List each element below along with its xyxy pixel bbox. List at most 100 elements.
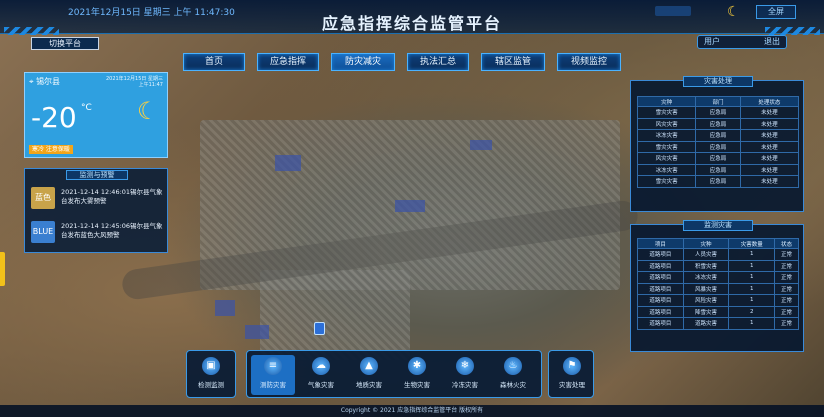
table-cell: 未处理 [739, 163, 800, 176]
table-cell: 1 [728, 317, 776, 330]
table-cell: 未处理 [739, 152, 800, 165]
table-row[interactable]: 雪灾灾害 应急局 未处理 [636, 140, 800, 153]
map-building [395, 200, 425, 212]
table-cell: 2 [728, 305, 776, 318]
table-row[interactable]: 雪灾灾害 应急局 未处理 [636, 175, 800, 188]
location-marker-icon[interactable] [314, 322, 325, 335]
alerts-title: 监测与预警 [66, 170, 128, 180]
map-building [215, 300, 235, 316]
table-cell: 未处理 [739, 129, 800, 142]
map-building [470, 140, 492, 150]
table-cell: 积雪灾害 [682, 259, 730, 272]
dock-left: ▣ 检测监测 [186, 350, 236, 398]
tab-district-supervision[interactable]: 辖区监管 [481, 53, 545, 71]
table-cell: 冰冻灾害 [636, 129, 697, 142]
dock-item-biology[interactable]: ✱ 生物灾害 [395, 355, 439, 395]
switch-platform-button[interactable]: 切换平台 [31, 37, 99, 50]
dock-item-geology[interactable]: ▲ 地质灾害 [347, 355, 391, 395]
column-header: 灾害数量 [728, 238, 776, 249]
map-canvas[interactable]: 2021年12月15日 星期三 上午 11:47:30 ☾ 全屏 应急指挥综合监… [0, 0, 824, 417]
table-cell: 未处理 [739, 106, 800, 119]
table-cell: 雪灾灾害 [636, 106, 697, 119]
table-row[interactable]: 道路项目 降雪灾害 2 正常 [637, 305, 799, 318]
monitoring-table: 项目 灾种 灾害数量 状态 道路项目 人员灾害 1 正常 道路项目 积雪灾害 1 正常 道路… [637, 238, 799, 330]
table-row[interactable]: 风灾灾害 应急局 未处理 [636, 117, 800, 130]
dock-item-freeze[interactable]: ❄ 冷冻灾害 [443, 355, 487, 395]
table-cell: 应急局 [695, 106, 741, 119]
column-header: 处理状态 [739, 96, 800, 107]
table-cell: 冰冻灾害 [682, 271, 730, 284]
disaster-handling-panel: 灾害处理 灾种 部门 处理状态 雪灾灾害 应急局 未处理 风灾灾害 应急局 未处理 冰冻… [630, 76, 804, 212]
table-cell: 风暴灾害 [682, 282, 730, 295]
table-cell: 应急局 [695, 117, 741, 130]
tab-home[interactable]: 首页 [183, 53, 245, 71]
dock-item-prevention[interactable]: ≡ 测防灾害 [251, 355, 295, 395]
table-row[interactable]: 冰冻灾害 应急局 未处理 [636, 163, 800, 176]
table-cell: 风灾灾害 [636, 117, 697, 130]
table-row[interactable]: 冰冻灾害 应急局 未处理 [636, 129, 800, 142]
dock-label: 冷冻灾害 [452, 381, 478, 389]
dock-item-forest-fire[interactable]: ♨ 森林火灾 [491, 355, 535, 395]
disaster-type-dock: ≡ 测防灾害 ☁ 气象灾害 ▲ 地质灾害 ✱ 生物灾害 ❄ 冷冻灾害 ♨ 森林火… [246, 350, 542, 398]
disaster-handling-button[interactable]: ⚑ 灾害处理 [550, 355, 594, 395]
dock-label: 检测监测 [198, 381, 224, 389]
tab-video-monitoring[interactable]: 视频监控 [557, 53, 621, 71]
fog-warning-icon: 蓝色 [31, 187, 55, 209]
table-header-row: 项目 灾种 灾害数量 状态 [637, 238, 799, 249]
dock-right: ⚑ 灾害处理 [548, 350, 594, 398]
table-cell: 正常 [774, 259, 799, 272]
alert-text: 2021-12-14 12:45:06锡尔县气象台发布蓝色大风预警 [61, 222, 163, 239]
table-cell: 道路项目 [637, 271, 684, 284]
table-row[interactable]: 道路项目 积雪灾害 1 正常 [637, 259, 799, 272]
table-row[interactable]: 道路项目 人员灾害 1 正常 [637, 248, 799, 261]
table-cell: 1 [728, 271, 776, 284]
table-row[interactable]: 道路项目 风险灾害 1 正常 [637, 294, 799, 307]
table-row[interactable]: 道路项目 风暴灾害 1 正常 [637, 282, 799, 295]
logout-button[interactable]: 退出 [764, 36, 780, 48]
table-cell: 未处理 [739, 117, 800, 130]
alert-item[interactable]: BLUE 2021-12-14 12:45:06锡尔县气象台发布蓝色大风预警 [31, 219, 165, 249]
page-title: 应急指挥综合监管平台 [321, 14, 502, 33]
table-row[interactable]: 道路项目 道路灾害 1 正常 [637, 317, 799, 330]
dock-label: 地质灾害 [356, 381, 382, 389]
monitoring-title: 监测灾害 [683, 220, 753, 231]
tab-disaster-prevention[interactable]: 防灾减灾 [331, 53, 395, 71]
tab-emergency-command[interactable]: 应急指挥 [257, 53, 319, 71]
table-row[interactable]: 道路项目 冰冻灾害 1 正常 [637, 271, 799, 284]
table-cell: 正常 [774, 271, 799, 284]
column-header: 灾种 [682, 238, 730, 249]
table-row[interactable]: 雪灾灾害 应急局 未处理 [636, 106, 800, 119]
table-cell: 雪灾灾害 [636, 175, 697, 188]
wind-warning-icon: BLUE [31, 221, 55, 243]
monitor-icon: ▣ [202, 357, 220, 375]
column-header: 部门 [695, 96, 741, 107]
map-urban-area [260, 270, 410, 360]
table-cell: 风险灾害 [682, 294, 730, 307]
table-cell: 未处理 [739, 175, 800, 188]
temperature: -20 [31, 101, 77, 134]
table-cell: 道路项目 [637, 282, 684, 295]
table-cell: 道路项目 [637, 259, 684, 272]
weather-card: ⌖ 锡尔县 2021年12月15日 星期三 上午11:47 -20 °C ☾ 寒… [24, 72, 168, 158]
column-header: 灾种 [636, 96, 697, 107]
dock-label: 灾害处理 [559, 381, 585, 389]
weather-city: ⌖ 锡尔县 [29, 77, 61, 86]
table-cell: 道路项目 [637, 248, 684, 261]
side-expand-handle[interactable] [0, 252, 5, 286]
footer-copyright: Copyright © 2021 应急指挥综合监管平台 版权所有 [0, 405, 824, 417]
column-header: 状态 [774, 238, 799, 249]
alert-item[interactable]: 蓝色 2021-12-14 12:46:01锡尔县气象台发布大雾预警 [31, 185, 165, 215]
table-cell: 道路灾害 [682, 317, 730, 330]
tab-law-enforcement[interactable]: 执法汇总 [407, 53, 469, 71]
user-menu[interactable]: 用户 退出 [697, 35, 787, 49]
table-row[interactable]: 风灾灾害 应急局 未处理 [636, 152, 800, 165]
disaster-handling-table: 灾种 部门 处理状态 雪灾灾害 应急局 未处理 风灾灾害 应急局 未处理 冰冻灾害 应急局… [636, 96, 800, 188]
dock-item-weather[interactable]: ☁ 气象灾害 [299, 355, 343, 395]
table-cell: 正常 [774, 282, 799, 295]
night-moon-icon: ☾ [137, 97, 159, 125]
table-cell: 道路项目 [637, 294, 684, 307]
detection-monitoring-button[interactable]: ▣ 检测监测 [189, 355, 233, 395]
layers-icon: ≡ [264, 357, 282, 375]
table-cell: 正常 [774, 305, 799, 318]
weather-alert-badge: 寒冷 注意保暖 [29, 145, 73, 154]
